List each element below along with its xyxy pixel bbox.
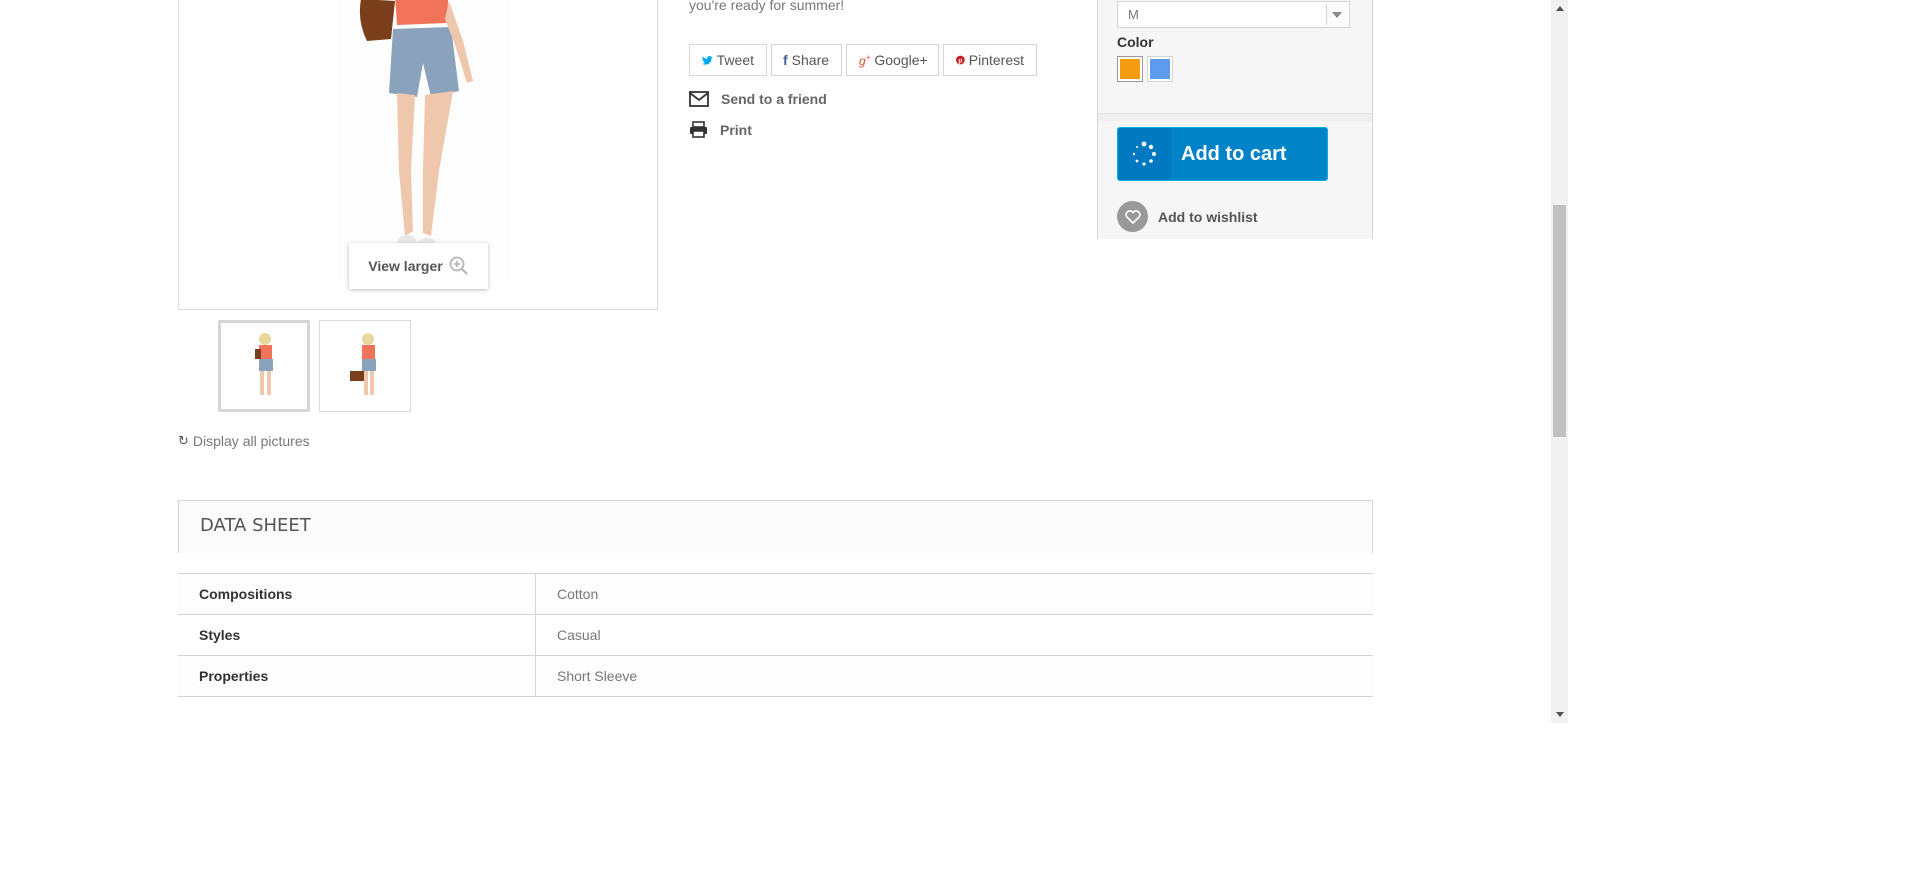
feature-value: Short Sleeve (557, 668, 638, 684)
vertical-scrollbar[interactable] (1551, 0, 1568, 723)
table-row: Styles Casual (178, 615, 1373, 656)
google-plus-label: Google+ (874, 52, 928, 68)
color-swatch-blue[interactable] (1147, 56, 1173, 82)
view-larger-label: View larger (368, 258, 443, 274)
product-description-tail: you're ready for summer! (689, 0, 845, 13)
pinterest-label: Pinterest (968, 52, 1024, 68)
product-main-image[interactable]: View larger (178, 0, 658, 310)
divider (1098, 113, 1372, 121)
table-row: Properties Short Sleeve (178, 656, 1373, 697)
thumbnail-photo (320, 321, 410, 411)
feature-name: Properties (178, 656, 536, 696)
product-page: View larger ↻ Display all pictures you'r… (0, 0, 1568, 723)
add-to-cart-label: Add to cart (1181, 142, 1287, 165)
color-swatch-orange[interactable] (1117, 56, 1143, 82)
add-to-wishlist-label: Add to wishlist (1158, 208, 1258, 225)
feature-value: Casual (557, 627, 601, 643)
twitter-icon (702, 55, 713, 65)
pinterest-icon: p (956, 55, 965, 65)
table-row: Compositions Cotton (178, 574, 1373, 615)
send-to-friend-link[interactable]: Send to a friend (689, 91, 827, 107)
chevron-down-icon (1326, 4, 1347, 25)
data-sheet-table: Compositions Cotton Styles Casual Proper… (178, 573, 1373, 697)
refresh-icon: ↻ (178, 433, 189, 448)
product-photo (339, 0, 509, 281)
buy-box: M Color Add to cart Add to wishlist (1097, 0, 1373, 239)
scroll-down-icon[interactable] (1551, 706, 1568, 723)
feature-value: Cotton (557, 586, 599, 602)
display-all-pictures-link[interactable]: ↻ Display all pictures (178, 433, 310, 449)
view-larger-button[interactable]: View larger (349, 243, 488, 289)
envelope-icon (689, 91, 709, 107)
heart-icon (1117, 201, 1148, 232)
printer-icon (690, 121, 707, 138)
facebook-share-button[interactable]: f Share (771, 44, 842, 76)
color-label: Color (1117, 34, 1154, 50)
display-all-label: Display all pictures (192, 433, 310, 449)
google-plus-button[interactable]: g+ Google+ (846, 44, 939, 76)
svg-text:p: p (958, 58, 962, 65)
facebook-icon: f (783, 52, 788, 68)
loading-spinner-icon (1118, 128, 1171, 180)
size-select[interactable]: M (1117, 1, 1350, 28)
print-link[interactable]: Print (689, 121, 752, 138)
print-label: Print (720, 121, 752, 138)
tweet-button[interactable]: Tweet (689, 44, 767, 76)
zoom-in-icon (449, 256, 468, 275)
thumbnail-1[interactable] (218, 320, 310, 412)
data-sheet-heading: DATA SHEET (178, 500, 1373, 553)
feature-name: Compositions (178, 574, 536, 614)
social-share-buttons: Tweet f Share g+ Google+ p Pinterest (689, 44, 1037, 76)
size-selected-value: M (1128, 7, 1139, 22)
pinterest-button[interactable]: p Pinterest (943, 44, 1037, 76)
thumbnail-2[interactable] (319, 320, 411, 412)
tweet-label: Tweet (716, 52, 754, 68)
add-to-wishlist-link[interactable]: Add to wishlist (1117, 201, 1258, 232)
scroll-up-icon[interactable] (1551, 0, 1568, 17)
feature-name: Styles (178, 615, 536, 655)
send-to-friend-label: Send to a friend (721, 91, 827, 107)
google-plus-icon: g+ (859, 52, 871, 68)
share-label: Share (791, 52, 830, 68)
thumbnail-photo (221, 323, 307, 409)
add-to-cart-button[interactable]: Add to cart (1117, 127, 1328, 181)
scrollbar-thumb[interactable] (1553, 205, 1566, 437)
